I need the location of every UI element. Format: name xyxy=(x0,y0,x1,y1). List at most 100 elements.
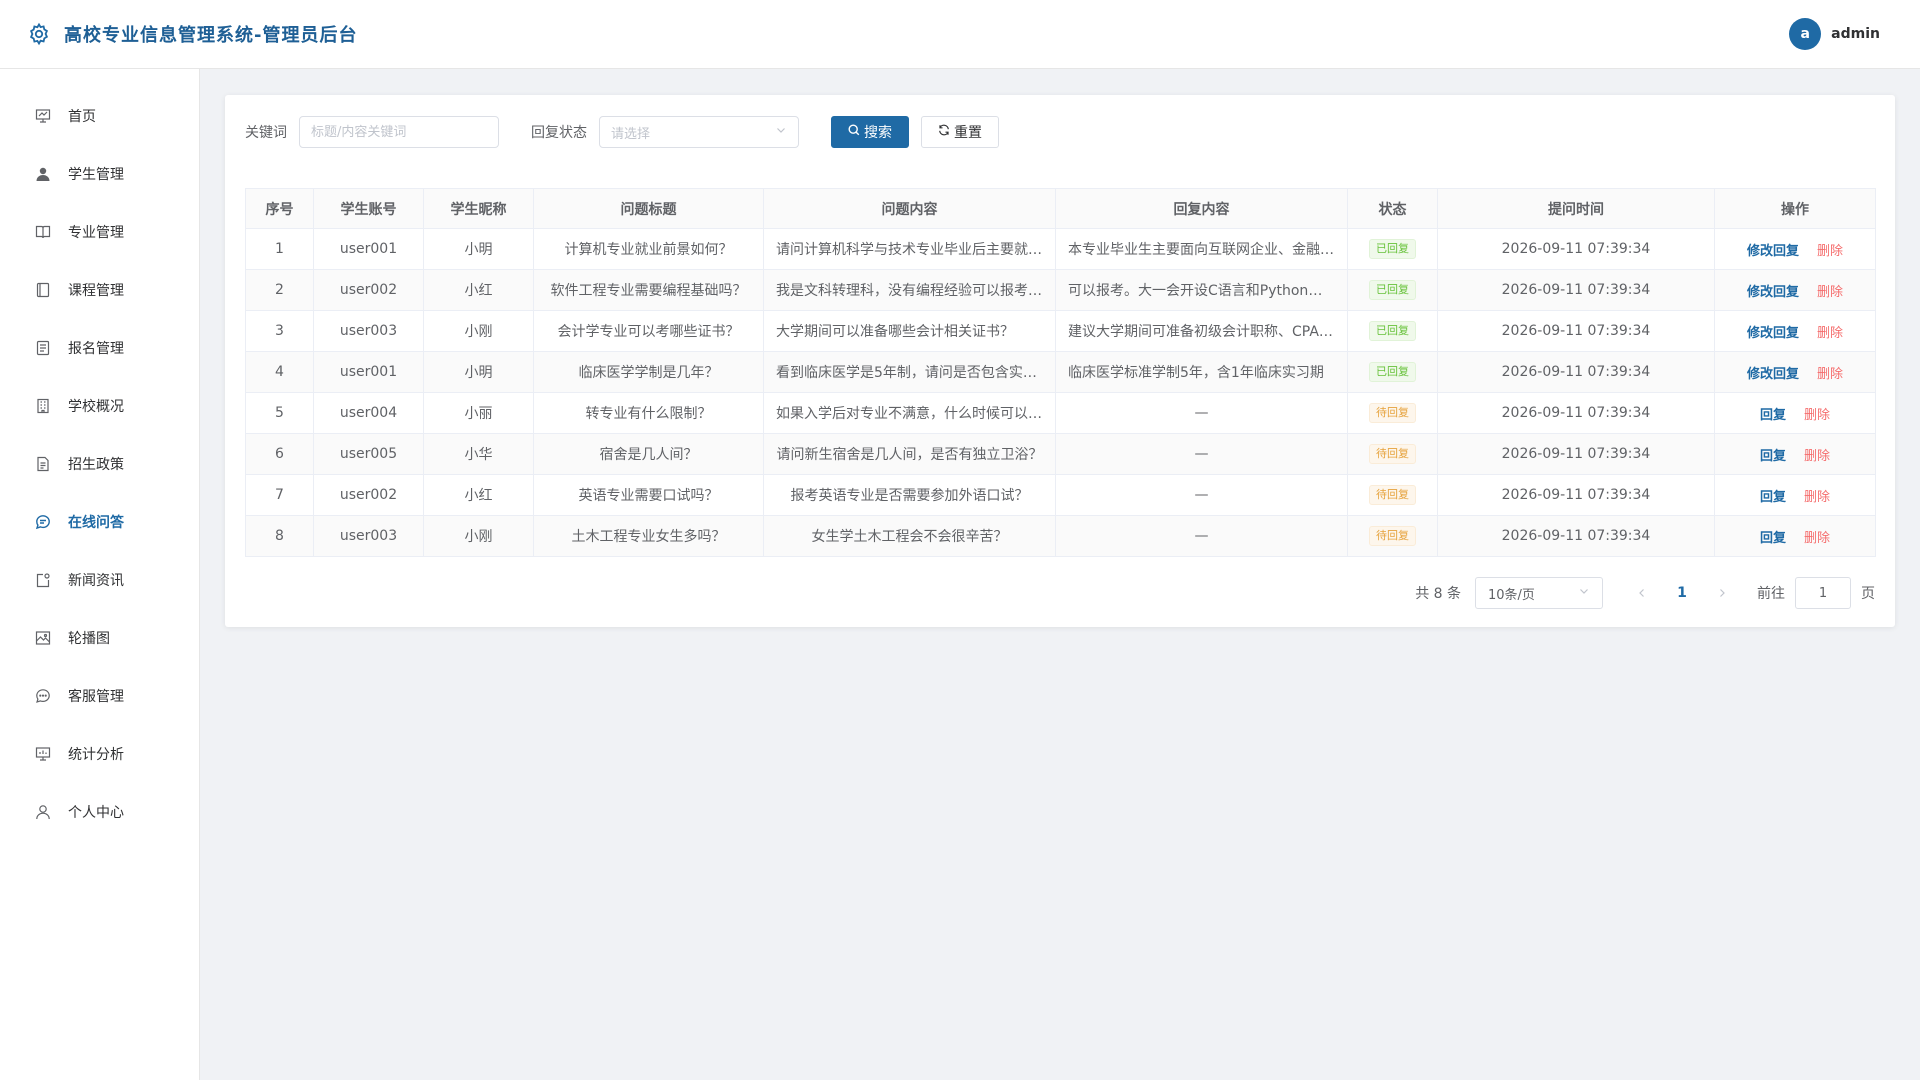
column-header: 问题内容 xyxy=(763,188,1056,229)
sidebar-item-label: 课程管理 xyxy=(68,283,124,299)
reply-button[interactable]: 回复 xyxy=(1760,531,1786,546)
cell-title: 土木工程专业女生多吗？ xyxy=(533,515,764,557)
cell-nick: 小红 xyxy=(423,474,534,516)
chevron-left-icon xyxy=(1639,589,1644,597)
gear-icon xyxy=(26,21,52,47)
sidebar-item-enrollment[interactable]: 报名管理 xyxy=(0,319,199,377)
keyword-input[interactable] xyxy=(299,116,499,148)
cell-nick: 小红 xyxy=(423,269,534,311)
column-header: 操作 xyxy=(1714,188,1876,229)
edit-reply-button[interactable]: 修改回复 xyxy=(1747,244,1799,259)
cell-reply: 本专业毕业生主要面向互联网企业、金融机构等 xyxy=(1055,228,1348,270)
cell-title: 会计学专业可以考哪些证书？ xyxy=(533,310,764,352)
cell-no: 7 xyxy=(245,474,314,516)
delete-button[interactable]: 删除 xyxy=(1817,367,1843,382)
cell-time: 2026-09-11 07:39:34 xyxy=(1437,433,1715,475)
sidebar-item-label: 在线问答 xyxy=(68,515,124,531)
cell-time: 2026-09-11 07:39:34 xyxy=(1437,228,1715,270)
reset-button-label: 重置 xyxy=(954,125,982,141)
sidebar-item-customer-service[interactable]: 客服管理 xyxy=(0,667,199,725)
cell-nick: 小明 xyxy=(423,351,534,393)
sidebar-item-label: 报名管理 xyxy=(68,341,124,357)
cell-title: 转专业有什么限制？ xyxy=(533,392,764,434)
column-header: 学生账号 xyxy=(313,188,424,229)
column-header: 提问时间 xyxy=(1437,188,1715,229)
sidebar-item-label: 专业管理 xyxy=(68,225,124,241)
sidebar-item-online-qa[interactable]: 在线问答 xyxy=(0,493,199,551)
app-title: 高校专业信息管理系统-管理员后台 xyxy=(64,25,358,46)
prev-page-button[interactable] xyxy=(1627,578,1657,608)
delete-button[interactable]: 删除 xyxy=(1804,449,1830,464)
username[interactable]: admin xyxy=(1831,26,1880,42)
cell-account: user003 xyxy=(313,515,424,557)
edit-reply-button[interactable]: 修改回复 xyxy=(1747,367,1799,382)
sidebar-item-home[interactable]: 首页 xyxy=(0,87,199,145)
qa-table: 序号 学生账号 学生昵称 问题标题 问题内容 回复内容 状态 提问时间 操作 1… xyxy=(245,188,1876,557)
delete-button[interactable]: 删除 xyxy=(1804,408,1830,423)
edit-reply-button[interactable]: 修改回复 xyxy=(1747,326,1799,341)
cell-account: user003 xyxy=(313,310,424,352)
user-menu[interactable]: a admin xyxy=(1789,18,1880,50)
cell-no: 6 xyxy=(245,433,314,475)
sidebar-item-label: 学校概况 xyxy=(68,399,124,415)
reset-button[interactable]: 重置 xyxy=(921,116,999,148)
presentation-icon xyxy=(34,107,52,125)
cell-content: 报考英语专业是否需要参加外语口试？ xyxy=(763,474,1056,516)
sidebar-item-school-overview[interactable]: 学校概况 xyxy=(0,377,199,435)
next-page-button[interactable] xyxy=(1707,578,1737,608)
sidebar-item-label: 统计分析 xyxy=(68,747,124,763)
delete-button[interactable]: 删除 xyxy=(1804,531,1830,546)
cell-no: 8 xyxy=(245,515,314,557)
cell-nick: 小丽 xyxy=(423,392,534,434)
status-select[interactable]: 请选择 xyxy=(599,116,799,148)
cell-status: 待回复 xyxy=(1347,433,1438,475)
sidebar-item-students[interactable]: 学生管理 xyxy=(0,145,199,203)
user-filled-icon xyxy=(34,165,52,183)
cell-content: 请问新生宿舍是几人间，是否有独立卫浴？ xyxy=(763,433,1056,475)
cell-status: 已回复 xyxy=(1347,269,1438,311)
column-header: 学生昵称 xyxy=(423,188,534,229)
sidebar-item-admission-policy[interactable]: 招生政策 xyxy=(0,435,199,493)
cell-actions: 修改回复 删除 xyxy=(1714,310,1876,352)
sidebar-item-courses[interactable]: 课程管理 xyxy=(0,261,199,319)
cell-status: 已回复 xyxy=(1347,228,1438,270)
cell-content: 请问计算机科学与技术专业毕业后主要就业方向有哪些？ xyxy=(763,228,1056,270)
cell-time: 2026-09-11 07:39:34 xyxy=(1437,269,1715,311)
reply-button[interactable]: 回复 xyxy=(1760,408,1786,423)
table-row: 6 user005 小华 宿舍是几人间？ 请问新生宿舍是几人间，是否有独立卫浴？… xyxy=(245,433,1876,475)
keyword-label: 关键词 xyxy=(245,125,287,141)
sidebar-item-news[interactable]: 新闻资讯 xyxy=(0,551,199,609)
delete-button[interactable]: 删除 xyxy=(1817,244,1843,259)
avatar[interactable]: a xyxy=(1789,18,1822,50)
filter-bar: 关键词 回复状态 请选择 搜索 重置 xyxy=(245,115,1875,149)
goto-label: 前往 xyxy=(1757,586,1785,602)
edit-reply-button[interactable]: 修改回复 xyxy=(1747,285,1799,300)
goto-page-input[interactable] xyxy=(1795,577,1851,609)
page-number-current[interactable]: 1 xyxy=(1667,578,1697,608)
search-button[interactable]: 搜索 xyxy=(831,116,909,148)
page-size-select[interactable]: 10条/页 xyxy=(1475,577,1603,609)
top-header: 高校专业信息管理系统-管理员后台 a admin xyxy=(0,0,1920,69)
sidebar: 首页 学生管理 专业管理 课程管理 报名管理 学校概况 招生政策 在线问答 新闻… xyxy=(0,69,200,1080)
sidebar-item-profile[interactable]: 个人中心 xyxy=(0,783,199,841)
cell-actions: 回复 删除 xyxy=(1714,392,1876,434)
cell-actions: 回复 删除 xyxy=(1714,433,1876,475)
reply-button[interactable]: 回复 xyxy=(1760,490,1786,505)
cell-reply: — xyxy=(1055,474,1348,516)
reply-button[interactable]: 回复 xyxy=(1760,449,1786,464)
total-count: 共 8 条 xyxy=(1415,586,1461,602)
document-icon xyxy=(34,339,52,357)
delete-button[interactable]: 删除 xyxy=(1804,490,1830,505)
delete-button[interactable]: 删除 xyxy=(1817,326,1843,341)
column-header: 状态 xyxy=(1347,188,1438,229)
cell-reply: — xyxy=(1055,433,1348,475)
cell-no: 5 xyxy=(245,392,314,434)
cell-reply: 临床医学标准学制5年，含1年临床实习期 xyxy=(1055,351,1348,393)
sidebar-item-label: 个人中心 xyxy=(68,805,124,821)
sidebar-item-majors[interactable]: 专业管理 xyxy=(0,203,199,261)
sidebar-item-statistics[interactable]: 统计分析 xyxy=(0,725,199,783)
table-row: 2 user002 小红 软件工程专业需要编程基础吗？ 我是文科转理科，没有编程… xyxy=(245,269,1876,311)
sidebar-item-carousel[interactable]: 轮播图 xyxy=(0,609,199,667)
delete-button[interactable]: 删除 xyxy=(1817,285,1843,300)
cell-time: 2026-09-11 07:39:34 xyxy=(1437,515,1715,557)
